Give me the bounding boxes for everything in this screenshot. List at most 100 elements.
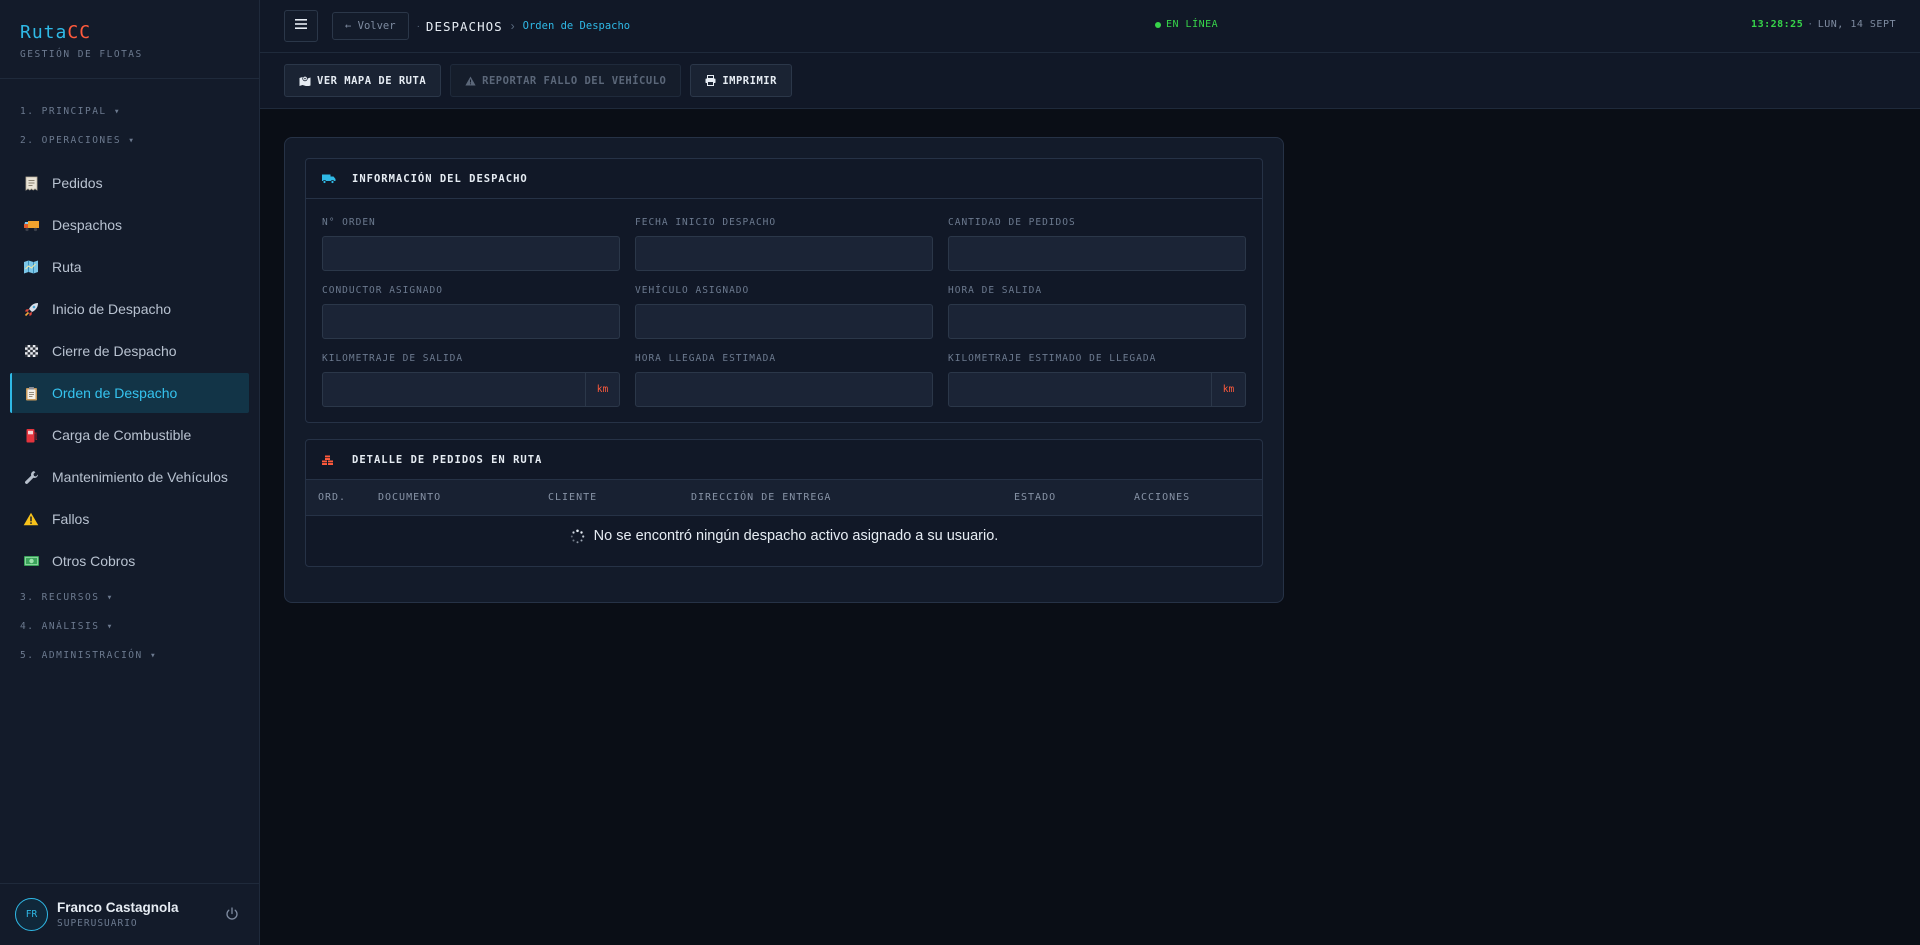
section-principal[interactable]: 1. PRINCIPAL ▾	[0, 105, 259, 134]
field-label: KILOMETRAJE DE SALIDA	[322, 353, 464, 364]
user-name: Franco Castagnola	[57, 900, 179, 915]
breadcrumb-current: Orden de Despacho	[522, 20, 631, 32]
field-dispatch-start-date: FECHA INICIO DESPACHO	[635, 217, 933, 271]
breadcrumb-separator: ›	[510, 19, 515, 33]
orders-header: DETALLE DE PEDIDOS EN RUTA	[306, 440, 1262, 480]
view-route-map-label: VER MAPA DE RUTA	[317, 74, 427, 87]
column-header[interactable]: CLIENTE	[548, 492, 597, 503]
field-estimated-arrival-time: HORA LLEGADA ESTIMADA	[635, 353, 933, 407]
clipboard-icon	[22, 386, 40, 401]
connection-status: EN LÍNEA	[1155, 19, 1218, 30]
field-estimated-arrival-mileage: KILOMETRAJE ESTIMADO DE LLEGADA km	[948, 353, 1246, 407]
dispatch-info-title: INFORMACIÓN DEL DESPACHO	[352, 172, 528, 185]
field-assigned-driver: CONDUCTOR ASIGNADO	[322, 285, 620, 339]
sidebar-nav: 1. PRINCIPAL ▾ 2. OPERACIONES ▾ Pedidos …	[0, 79, 259, 678]
report-failure-button[interactable]: REPORTAR FALLO DEL VEHÍCULO	[450, 64, 682, 97]
orders-table-header: ORD. DOCUMENTO CLIENTE DIRECCIÓN DE ENTR…	[306, 480, 1262, 516]
field-assigned-vehicle: VEHÍCULO ASIGNADO	[635, 285, 933, 339]
field-departure-mileage: KILOMETRAJE DE SALIDA km	[322, 353, 620, 407]
warning-icon	[465, 76, 476, 86]
departure-mileage-input[interactable]: km	[322, 372, 620, 407]
orders-title: DETALLE DE PEDIDOS EN RUTA	[352, 453, 543, 466]
assigned-vehicle-input[interactable]	[635, 304, 933, 339]
section-administracion[interactable]: 5. ADMINISTRACIÓN ▾	[0, 649, 259, 678]
column-header[interactable]: ORD.	[318, 492, 346, 503]
boxes-icon	[321, 454, 337, 466]
column-header[interactable]: DIRECCIÓN DE ENTREGA	[691, 492, 831, 503]
column-header[interactable]: DOCUMENTO	[378, 492, 441, 503]
field-label: HORA DE SALIDA	[948, 285, 1043, 296]
clock-date: LUN, 14 SEPT	[1817, 19, 1896, 30]
assigned-driver-input[interactable]	[322, 304, 620, 339]
wrench-icon	[22, 470, 40, 485]
unit-suffix: km	[1211, 373, 1245, 406]
brand-name-part-2: CC	[67, 22, 92, 43]
brand-logo[interactable]: RutaCC	[20, 22, 239, 43]
sidebar-item-pedidos[interactable]: Pedidos	[10, 163, 249, 203]
clock-time: 13:28:25	[1751, 19, 1804, 30]
order-number-input[interactable]	[322, 236, 620, 271]
estimated-arrival-time-input[interactable]	[635, 372, 933, 407]
sidebar-item-inicio-despacho[interactable]: Inicio de Despacho	[10, 289, 249, 329]
truck-icon	[321, 173, 337, 184]
print-button[interactable]: IMPRIMIR	[690, 64, 792, 97]
dispatch-start-date-input[interactable]	[635, 236, 933, 271]
sidebar-item-cierre-despacho[interactable]: Cierre de Despacho	[10, 331, 249, 371]
sidebar-item-label: Ruta	[52, 259, 82, 275]
menu-toggle-button[interactable]	[284, 10, 318, 42]
status-dot-icon	[1155, 21, 1161, 28]
breadcrumb-section[interactable]: DESPACHOS	[426, 19, 503, 34]
unit-suffix: km	[585, 373, 619, 406]
section-operaciones[interactable]: 2. OPERACIONES ▾	[0, 134, 259, 163]
printer-icon	[705, 75, 716, 86]
sidebar-item-mantenimiento[interactable]: Mantenimiento de Vehículos	[10, 457, 249, 497]
back-button[interactable]: ← Volver	[332, 12, 409, 40]
column-header[interactable]: ACCIONES	[1134, 492, 1190, 503]
departure-time-input[interactable]	[948, 304, 1246, 339]
rocket-icon	[22, 302, 40, 317]
estimated-arrival-mileage-input[interactable]: km	[948, 372, 1246, 407]
map-icon	[22, 260, 40, 274]
sidebar-item-fallos[interactable]: Fallos	[10, 499, 249, 539]
field-label: VEHÍCULO ASIGNADO	[635, 285, 750, 296]
sidebar-item-ruta[interactable]: Ruta	[10, 247, 249, 287]
breadcrumb-dot: ·	[416, 20, 420, 32]
user-role: SUPERUSUARIO	[57, 918, 138, 929]
column-header[interactable]: ESTADO	[1014, 492, 1056, 503]
sidebar-item-label: Carga de Combustible	[52, 427, 192, 443]
field-departure-time: HORA DE SALIDA	[948, 285, 1246, 339]
field-label: CONDUCTOR ASIGNADO	[322, 285, 443, 296]
order-count-input[interactable]	[948, 236, 1246, 271]
sidebar-item-label: Despachos	[52, 217, 123, 233]
section-recursos[interactable]: 3. RECURSOS ▾	[0, 591, 259, 620]
sidebar-item-label: Cierre de Despacho	[52, 343, 177, 359]
brand-subtitle: GESTIÓN DE FLOTAS	[20, 49, 143, 60]
field-label: N° ORDEN	[322, 217, 376, 228]
field-order-count: CANTIDAD DE PEDIDOS	[948, 217, 1246, 271]
sidebar-item-label: Otros Cobros	[52, 553, 136, 569]
user-info: Franco Castagnola SUPERUSUARIO	[57, 900, 179, 929]
user-profile: FR Franco Castagnola SUPERUSUARIO	[0, 883, 260, 945]
sidebar-item-carga-combustible[interactable]: Carga de Combustible	[10, 415, 249, 455]
sidebar-item-label: Inicio de Despacho	[52, 301, 172, 317]
brand: RutaCC GESTIÓN DE FLOTAS	[0, 0, 259, 79]
field-order-number: N° ORDEN	[322, 217, 620, 271]
sidebar-item-despachos[interactable]: Despachos	[10, 205, 249, 245]
sidebar: RutaCC GESTIÓN DE FLOTAS 1. PRINCIPAL ▾ …	[0, 0, 260, 945]
dispatch-info-panel: INFORMACIÓN DEL DESPACHO N° ORDEN FECHA …	[305, 158, 1263, 423]
sidebar-item-orden-despacho[interactable]: Orden de Despacho	[10, 373, 249, 413]
section-analisis[interactable]: 4. ANÁLISIS ▾	[0, 620, 259, 649]
sidebar-item-otros-cobros[interactable]: Otros Cobros	[10, 541, 249, 581]
receipt-icon	[22, 176, 40, 191]
avatar[interactable]: FR	[15, 898, 48, 931]
power-icon[interactable]	[224, 906, 240, 922]
map-marker-icon	[299, 75, 311, 86]
field-label: HORA LLEGADA ESTIMADA	[635, 353, 777, 364]
truck-icon	[22, 219, 40, 232]
view-route-map-button[interactable]: VER MAPA DE RUTA	[284, 64, 442, 97]
dispatch-info-header: INFORMACIÓN DEL DESPACHO	[306, 159, 1262, 199]
sidebar-item-label: Orden de Despacho	[52, 385, 178, 401]
empty-state-row: No se encontró ningún despacho activo as…	[306, 516, 1262, 556]
field-label: CANTIDAD DE PEDIDOS	[948, 217, 1076, 228]
empty-state-message: No se encontró ningún despacho activo as…	[593, 528, 999, 544]
